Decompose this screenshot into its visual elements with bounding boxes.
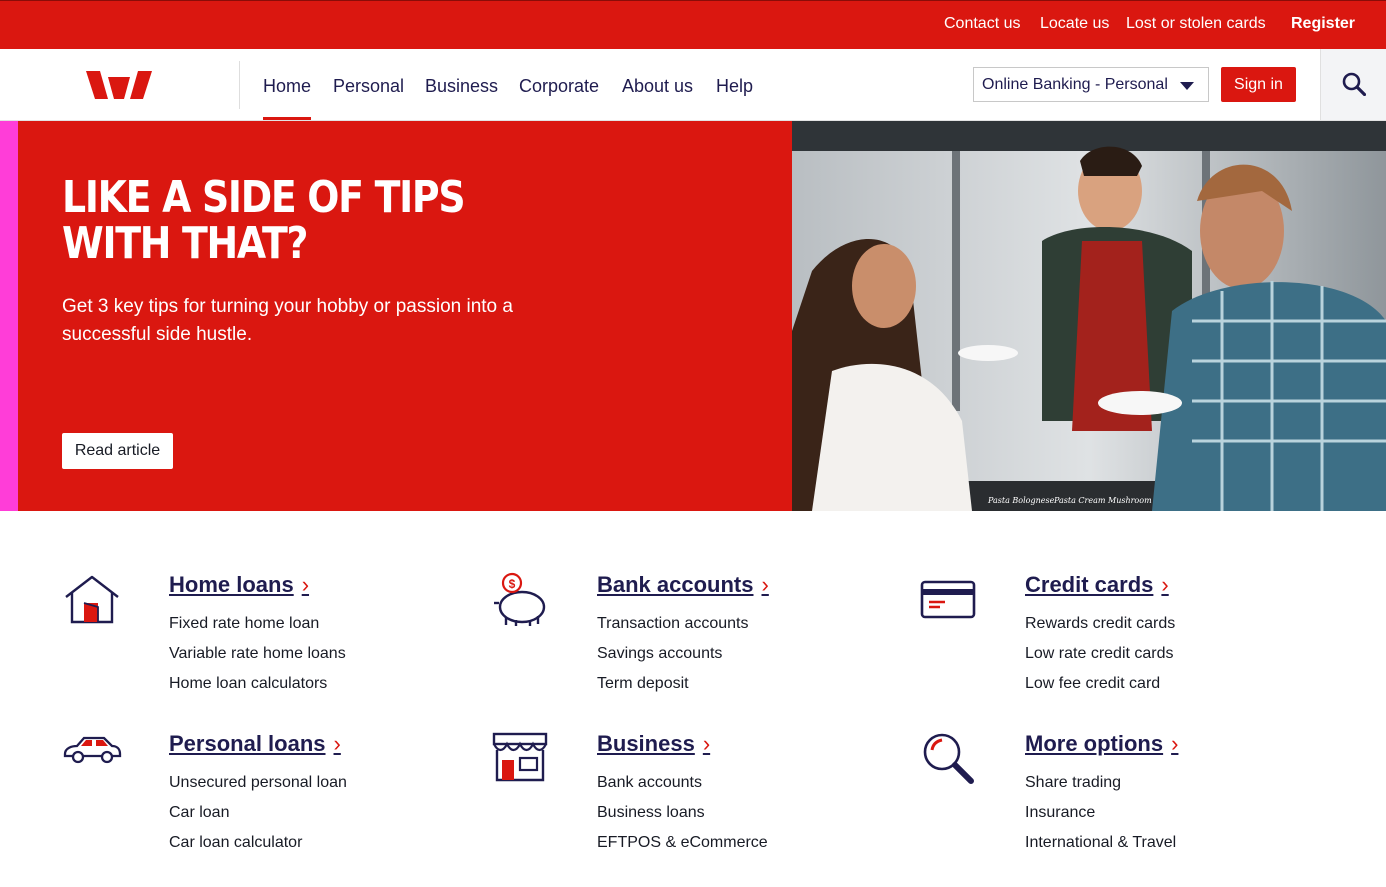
product-link[interactable]: EFTPOS & eCommerce xyxy=(597,834,768,864)
search-icon xyxy=(1342,72,1366,96)
nav-business[interactable]: Business xyxy=(425,76,498,97)
sign-in-button[interactable]: Sign in xyxy=(1221,67,1296,102)
magnifier-icon xyxy=(923,733,974,784)
header-divider xyxy=(239,61,240,109)
product-business: Business › Bank accounts Business loans E… xyxy=(490,728,890,878)
contact-us-link[interactable]: Contact us xyxy=(944,15,1020,33)
lost-stolen-cards-link[interactable]: Lost or stolen cards xyxy=(1126,15,1266,33)
westpac-logo[interactable] xyxy=(86,71,152,99)
product-link[interactable]: Insurance xyxy=(1025,804,1176,834)
product-link[interactable]: Car loan xyxy=(169,804,347,834)
piggy-bank-icon: $ xyxy=(494,572,546,626)
product-link[interactable]: Low fee credit card xyxy=(1025,675,1175,705)
nav-corporate[interactable]: Corporate xyxy=(519,76,599,97)
main-header: Home Personal Business Corporate About u… xyxy=(0,49,1386,121)
hero-subtitle: Get 3 key tips for turning your hobby or… xyxy=(62,296,513,345)
online-banking-select[interactable]: Online Banking - Personal xyxy=(973,67,1209,102)
car-icon xyxy=(63,736,122,764)
product-link[interactable]: Variable rate home loans xyxy=(169,645,346,675)
product-link[interactable]: Business loans xyxy=(597,804,768,834)
product-title-text: Personal loans xyxy=(169,731,326,756)
hero-title: LIKE A SIDE OF TIPS WITH THAT? xyxy=(62,172,466,269)
chevron-right-icon: › xyxy=(333,731,341,756)
read-article-button[interactable]: Read article xyxy=(62,433,173,469)
product-link[interactable]: Rewards credit cards xyxy=(1025,615,1175,645)
product-link[interactable]: Transaction accounts xyxy=(597,615,748,645)
product-link[interactable]: Fixed rate home loan xyxy=(169,615,346,645)
chevron-right-icon: › xyxy=(1161,572,1169,597)
photo-sign-1: Pasta Bolognese xyxy=(987,496,1055,505)
personal-loans-heading-link[interactable]: Personal loans › xyxy=(169,731,341,757)
bank-accounts-heading-link[interactable]: Bank accounts › xyxy=(597,572,769,598)
nav-home[interactable]: Home xyxy=(263,76,311,97)
hero-banner: LIKE A SIDE OF TIPS WITH THAT? Get 3 key… xyxy=(0,121,1386,511)
nav-personal[interactable]: Personal xyxy=(333,76,404,97)
register-link[interactable]: Register xyxy=(1291,15,1355,33)
caret-down-icon xyxy=(1180,82,1194,90)
business-heading-link[interactable]: Business › xyxy=(597,731,710,757)
credit-card-icon xyxy=(920,580,976,619)
online-banking-select-value: Online Banking - Personal xyxy=(982,76,1168,93)
nav-about-us[interactable]: About us xyxy=(622,76,693,97)
product-title-text: Home loans xyxy=(169,572,294,597)
credit-cards-heading-link[interactable]: Credit cards › xyxy=(1025,572,1169,598)
product-title-text: More options xyxy=(1025,731,1164,756)
shopfront-icon xyxy=(492,732,548,782)
product-link[interactable]: International & Travel xyxy=(1025,834,1176,864)
product-link[interactable]: Savings accounts xyxy=(597,645,748,675)
product-title-text: Credit cards xyxy=(1025,572,1154,597)
product-home-loans: Home loans › Fixed rate home loan Variabl… xyxy=(62,569,462,719)
product-link[interactable]: Home loan calculators xyxy=(169,675,346,705)
hero-accent-stripe xyxy=(0,121,18,511)
photo-sign-2: Pasta Cream Mushroom xyxy=(1053,496,1152,505)
product-bank-accounts: $ Bank accounts › Transaction accounts Sa… xyxy=(490,569,890,719)
hero-photo: Pasta Bolognese Pasta Cream Mushroom xyxy=(792,121,1386,511)
product-credit-cards: Credit cards › Rewards credit cards Low r… xyxy=(918,569,1318,719)
chevron-right-icon: › xyxy=(1171,731,1179,756)
product-link[interactable]: Low rate credit cards xyxy=(1025,645,1175,675)
product-link[interactable]: Bank accounts xyxy=(597,774,768,804)
product-more-options: More options › Share trading Insurance In… xyxy=(918,728,1318,878)
chevron-right-icon: › xyxy=(301,572,310,597)
product-link[interactable]: Share trading xyxy=(1025,774,1176,804)
product-title-text: Bank accounts xyxy=(597,572,754,597)
chevron-right-icon: › xyxy=(761,572,769,597)
product-link[interactable]: Car loan calculator xyxy=(169,834,347,864)
locate-us-link[interactable]: Locate us xyxy=(1040,15,1109,33)
product-personal-loans: Personal loans › Unsecured personal loan … xyxy=(62,728,462,878)
product-link[interactable]: Unsecured personal loan xyxy=(169,774,347,804)
home-loans-heading-link[interactable]: Home loans › xyxy=(169,572,309,598)
nav-active-indicator xyxy=(263,117,311,120)
utility-bar: Contact us Locate us Lost or stolen card… xyxy=(0,0,1386,49)
nav-help[interactable]: Help xyxy=(716,76,753,97)
svg-text:$: $ xyxy=(509,577,516,591)
search-button[interactable] xyxy=(1320,49,1386,120)
house-icon xyxy=(65,575,119,624)
chevron-right-icon: › xyxy=(702,731,711,756)
product-link[interactable]: Term deposit xyxy=(597,675,748,705)
product-title-text: Business xyxy=(597,731,695,756)
more-options-heading-link[interactable]: More options › xyxy=(1025,731,1178,757)
food-truck-image: Pasta Bolognese Pasta Cream Mushroom xyxy=(792,121,1386,511)
